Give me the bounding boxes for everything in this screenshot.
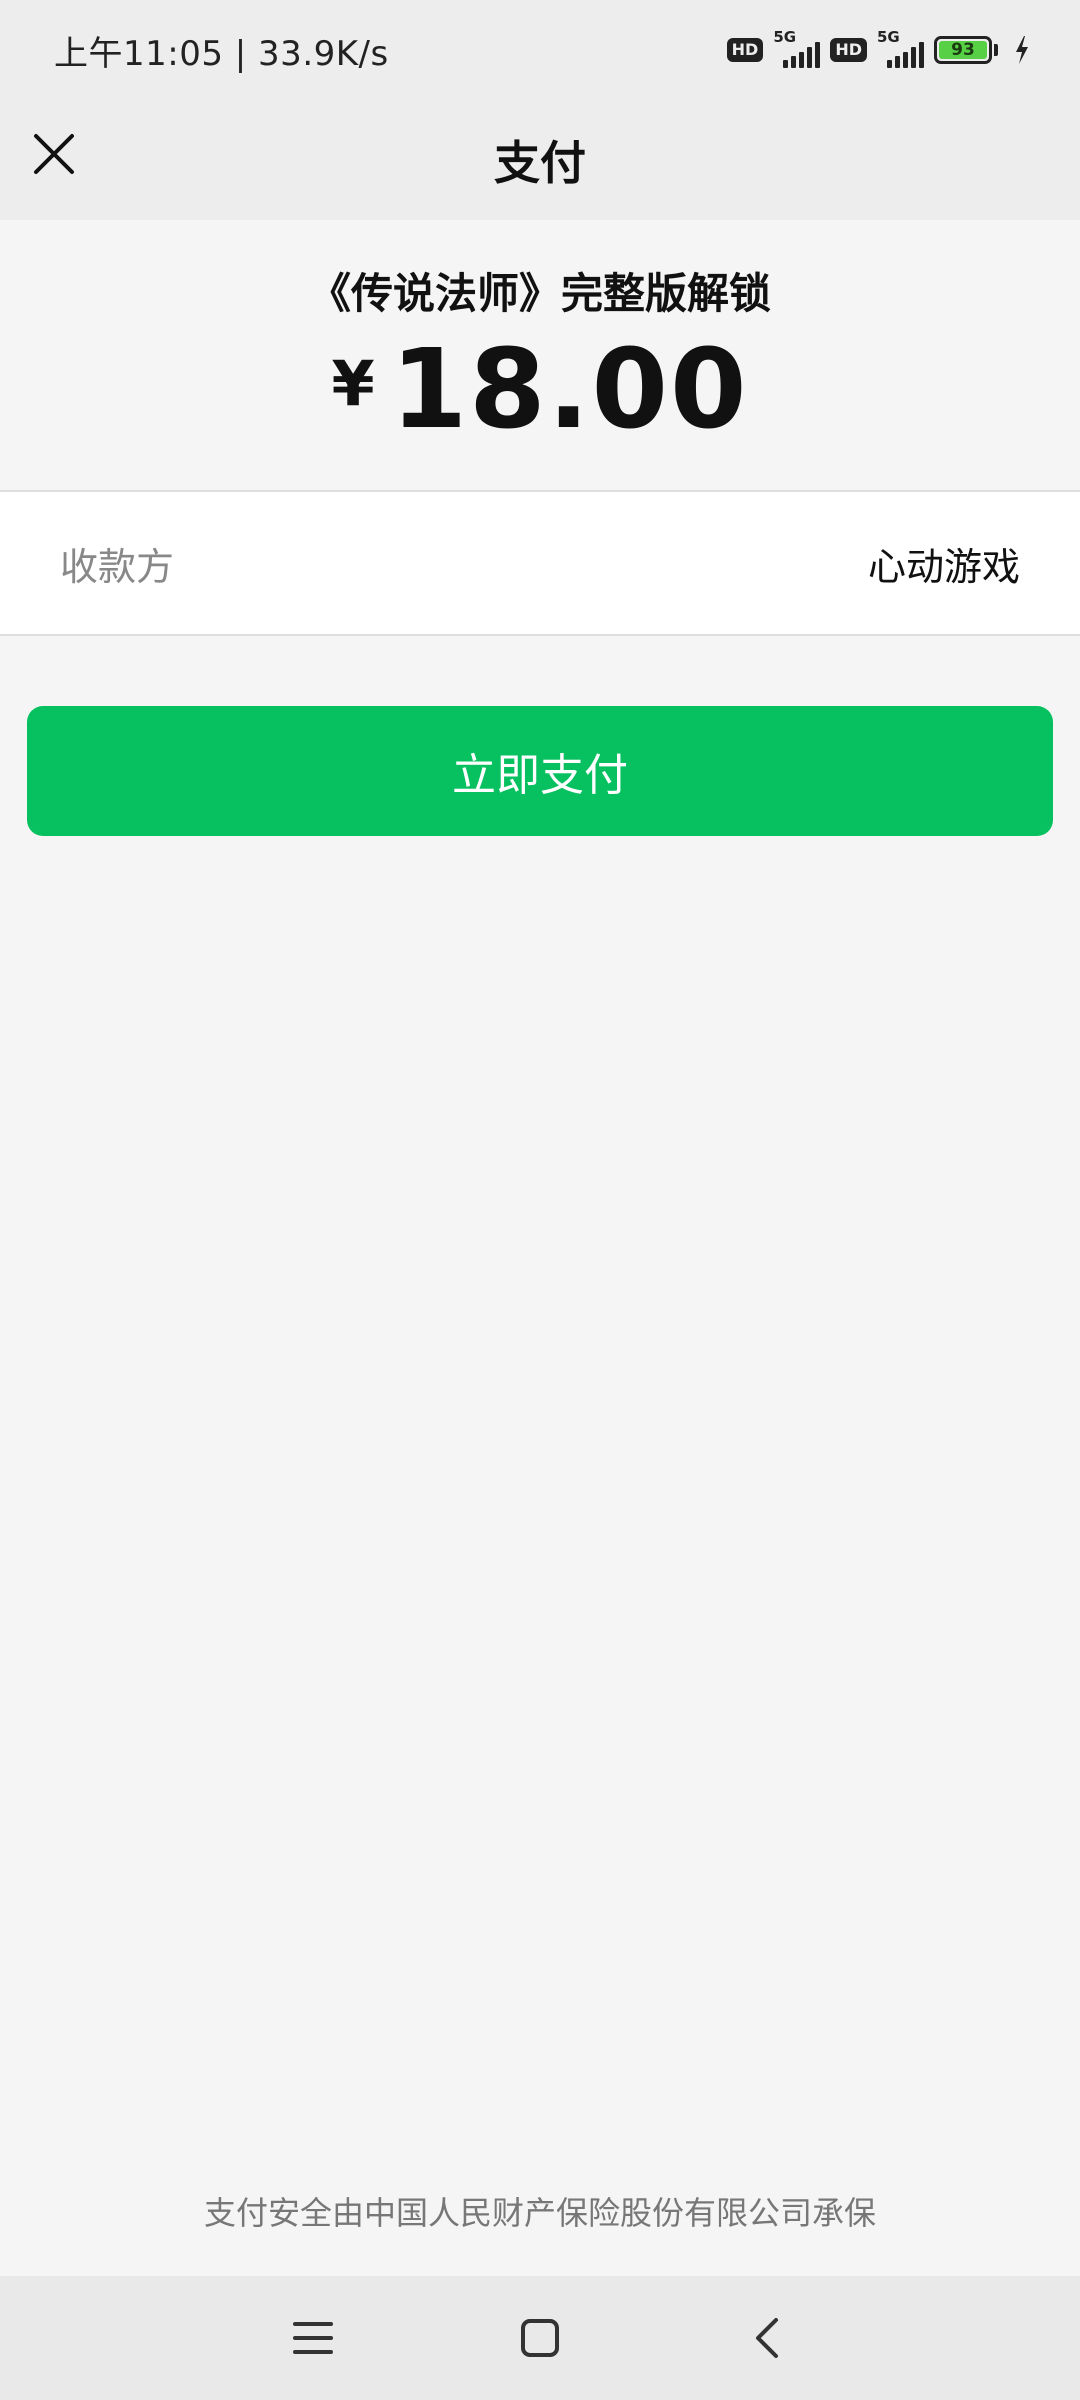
insurance-note: 支付安全由中国人民财产保险股份有限公司承保 — [203, 2194, 876, 2232]
home-button[interactable] — [500, 2298, 580, 2378]
payee-label: 收款方 — [60, 544, 175, 589]
hd-icon: HD — [830, 38, 867, 62]
currency-symbol: ¥ — [331, 347, 375, 420]
status-icons: HD 5G HD 5G 93 — [726, 28, 1030, 68]
product-name: 《传说法师》完整版解锁 — [308, 269, 771, 318]
pay-now-button[interactable]: 立即支付 — [27, 706, 1053, 836]
battery-level: 93 — [939, 40, 987, 60]
payee-value: 心动游戏 — [867, 544, 1020, 589]
payment-screen: 上午11:05 | 33.9K/s HD 5G HD 5G 93 支付 《传说法… — [0, 0, 1080, 2400]
hd-icon: HD — [726, 38, 764, 62]
close-button[interactable] — [22, 122, 86, 186]
home-icon — [520, 2319, 559, 2357]
product-summary: 《传说法师》完整版解锁 ¥ 18.00 — [0, 220, 1080, 490]
price: ¥ 18.00 — [0, 329, 1080, 449]
price-amount: 18.00 — [390, 325, 749, 453]
system-nav-bar — [0, 2276, 1080, 2400]
back-icon — [755, 2318, 778, 2358]
header: 支付 — [0, 100, 1080, 220]
charging-icon — [1016, 36, 1028, 64]
battery-icon: 93 — [934, 36, 998, 64]
payee-row: 收款方 心动游戏 — [0, 490, 1080, 636]
page-title: 支付 — [494, 136, 586, 190]
status-bar: 上午11:05 | 33.9K/s HD 5G HD 5G 93 — [0, 0, 1080, 100]
menu-icon — [293, 2322, 334, 2354]
network-type-label: 5G — [773, 28, 797, 46]
network-type-label: 5G — [877, 28, 900, 46]
back-button[interactable] — [727, 2298, 807, 2378]
menu-button[interactable] — [273, 2298, 353, 2378]
signal-5g-icon: 5G — [877, 28, 924, 68]
close-icon — [34, 134, 74, 174]
signal-5g-icon: 5G — [773, 28, 821, 68]
status-time-speed: 上午11:05 | 33.9K/s — [54, 33, 389, 74]
